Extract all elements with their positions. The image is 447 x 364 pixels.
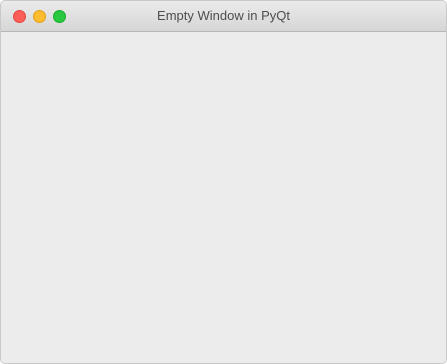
app-window: Empty Window in PyQt xyxy=(0,0,447,364)
window-content-area xyxy=(1,32,446,363)
close-button[interactable] xyxy=(13,10,26,23)
title-bar[interactable]: Empty Window in PyQt xyxy=(1,1,446,32)
window-title: Empty Window in PyQt xyxy=(157,8,290,23)
zoom-button[interactable] xyxy=(53,10,66,23)
minimize-button[interactable] xyxy=(33,10,46,23)
